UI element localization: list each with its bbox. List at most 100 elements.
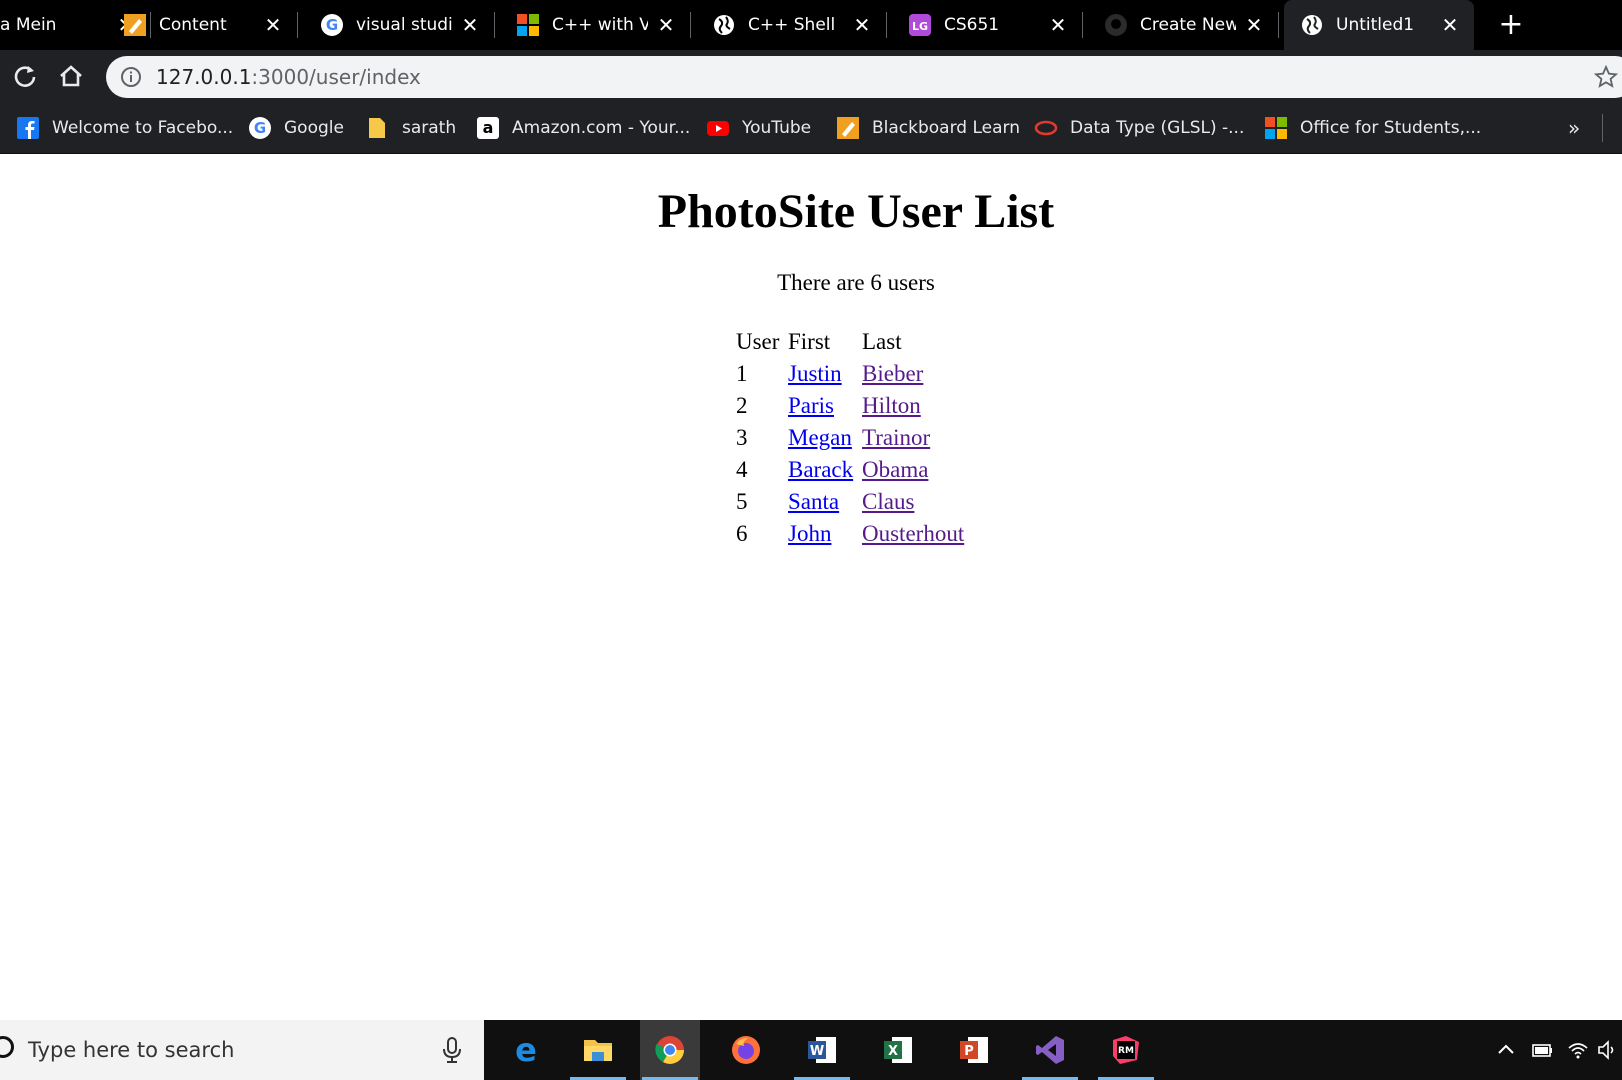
tab-5[interactable]: C++ Shell ✕ xyxy=(696,0,887,50)
last-name-link[interactable]: Bieber xyxy=(862,361,923,386)
bookmark-label: Amazon.com - Your... xyxy=(512,118,691,138)
close-tab-icon[interactable]: ✕ xyxy=(1438,13,1462,37)
last-name-link[interactable]: Claus xyxy=(862,489,914,514)
svg-text:RM: RM xyxy=(1118,1046,1134,1056)
last-name-link[interactable]: Obama xyxy=(862,457,928,482)
google-icon: G xyxy=(321,14,343,36)
taskbar-excel[interactable]: X xyxy=(868,1020,928,1080)
tab-title: CS651 xyxy=(944,15,1000,35)
svg-text:W: W xyxy=(810,1044,824,1059)
header-user: User xyxy=(736,329,780,354)
microphone-icon[interactable] xyxy=(440,1036,464,1064)
first-name-link[interactable]: Santa xyxy=(788,489,839,514)
bookmark-star-icon[interactable] xyxy=(1594,65,1618,89)
last-name-link[interactable]: Trainor xyxy=(862,425,930,450)
address-bar[interactable]: 127.0.0.1:3000/user/index xyxy=(106,56,1622,98)
close-tab-icon[interactable]: ✕ xyxy=(1242,13,1266,37)
first-name-link[interactable]: John xyxy=(788,521,831,546)
svg-text:X: X xyxy=(888,1044,898,1059)
bookmark-label: Data Type (GLSL) -... xyxy=(1070,118,1245,138)
tab-separator xyxy=(886,12,887,38)
user-id: 3 xyxy=(736,425,748,450)
user-id: 1 xyxy=(736,361,748,386)
page-content: PhotoSite User List There are 6 users Us… xyxy=(0,154,1622,1020)
taskbar-firefox[interactable] xyxy=(716,1020,776,1080)
firefox-icon xyxy=(732,1036,760,1064)
taskbar-search-box[interactable]: Type here to search xyxy=(0,1020,484,1080)
tab-title: C++ with Vis xyxy=(552,15,648,35)
windows-taskbar: Type here to search e W X P RM xyxy=(0,1020,1622,1080)
last-name-link[interactable]: Ousterhout xyxy=(862,521,964,546)
taskbar-word[interactable]: W xyxy=(792,1020,852,1080)
tab-2[interactable]: Content ✕ xyxy=(107,0,298,50)
bookmarks-bar: Welcome to Facebo... G Google sarath a A… xyxy=(0,102,1622,154)
chrome-icon xyxy=(655,1036,684,1064)
word-icon: W xyxy=(808,1037,836,1063)
table-row: 2 Paris Hilton xyxy=(736,390,982,422)
close-tab-icon[interactable]: ✕ xyxy=(1046,13,1070,37)
user-id: 4 xyxy=(736,457,748,482)
header-first: First xyxy=(788,329,831,354)
taskbar-powerpoint[interactable]: P xyxy=(944,1020,1004,1080)
tab-title: Content xyxy=(159,15,227,35)
tab-title: a Mein xyxy=(0,15,57,35)
lg-icon: LG xyxy=(909,14,931,36)
tab-title: visual studio xyxy=(356,15,452,35)
first-name-link[interactable]: Paris xyxy=(788,393,834,418)
visual-studio-icon xyxy=(1036,1036,1064,1064)
first-name-link[interactable]: Megan xyxy=(788,425,852,450)
table-row: 5 Santa Claus xyxy=(736,486,982,518)
microsoft-icon xyxy=(1265,117,1287,139)
tab-4[interactable]: C++ with Vis ✕ xyxy=(500,0,691,50)
powerpoint-icon: P xyxy=(960,1037,988,1063)
taskbar-visual-studio[interactable] xyxy=(1020,1020,1080,1080)
google-icon: G xyxy=(249,117,271,139)
taskbar-edge[interactable]: e xyxy=(496,1020,556,1080)
close-tab-icon[interactable]: ✕ xyxy=(261,13,285,37)
new-tab-button[interactable]: + xyxy=(1496,10,1526,40)
amazon-icon: a xyxy=(477,117,499,139)
user-id: 6 xyxy=(736,521,748,546)
tab-8-active[interactable]: Untitled1 ✕ xyxy=(1284,0,1474,50)
show-hidden-icons-chevron-icon[interactable] xyxy=(1494,1038,1518,1062)
bookmark-label: YouTube xyxy=(742,118,812,138)
table-row: 3 Megan Trainor xyxy=(736,422,982,454)
battery-icon[interactable] xyxy=(1530,1038,1554,1062)
bookmark-label: Blackboard Learn xyxy=(872,118,1021,138)
info-icon[interactable] xyxy=(120,66,142,88)
first-name-link[interactable]: Justin xyxy=(788,361,842,386)
taskbar-chrome[interactable] xyxy=(640,1020,700,1080)
search-placeholder: Type here to search xyxy=(28,1038,235,1062)
oracle-icon xyxy=(1034,120,1058,136)
globe-icon xyxy=(1302,15,1322,35)
volume-icon[interactable] xyxy=(1596,1038,1620,1062)
tab-3[interactable]: G visual studio ✕ xyxy=(304,0,495,50)
reload-icon[interactable] xyxy=(10,61,40,91)
home-icon[interactable] xyxy=(56,61,86,91)
last-name-link[interactable]: Hilton xyxy=(862,393,921,418)
tab-separator xyxy=(1082,12,1083,38)
cortana-icon[interactable] xyxy=(0,1036,14,1058)
svg-text:G: G xyxy=(254,119,266,137)
first-name-link[interactable]: Barack xyxy=(788,457,853,482)
browser-toolbar: 127.0.0.1:3000/user/index xyxy=(0,50,1622,102)
close-tab-icon[interactable]: ✕ xyxy=(850,13,874,37)
wifi-icon[interactable] xyxy=(1566,1038,1590,1062)
more-bookmarks-button[interactable]: » xyxy=(1568,114,1580,142)
close-tab-icon[interactable]: ✕ xyxy=(654,13,678,37)
svg-text:a: a xyxy=(483,118,494,137)
url-host: 127.0.0.1 xyxy=(156,65,252,89)
url-text[interactable]: 127.0.0.1:3000/user/index xyxy=(156,56,421,98)
table-row: 6 John Ousterhout xyxy=(736,518,982,550)
svg-text:P: P xyxy=(964,1044,974,1059)
user-id: 2 xyxy=(736,393,748,418)
tab-7[interactable]: Create New ✕ xyxy=(1088,0,1279,50)
github-icon xyxy=(1105,14,1127,36)
taskbar-file-explorer[interactable] xyxy=(568,1020,628,1080)
table-row: 4 Barack Obama xyxy=(736,454,982,486)
tab-6[interactable]: LG CS651 ✕ xyxy=(892,0,1083,50)
youtube-icon xyxy=(707,121,729,136)
tab-title: C++ Shell xyxy=(748,15,836,35)
taskbar-rubymine[interactable]: RM xyxy=(1096,1020,1156,1080)
close-tab-icon[interactable]: ✕ xyxy=(458,13,482,37)
